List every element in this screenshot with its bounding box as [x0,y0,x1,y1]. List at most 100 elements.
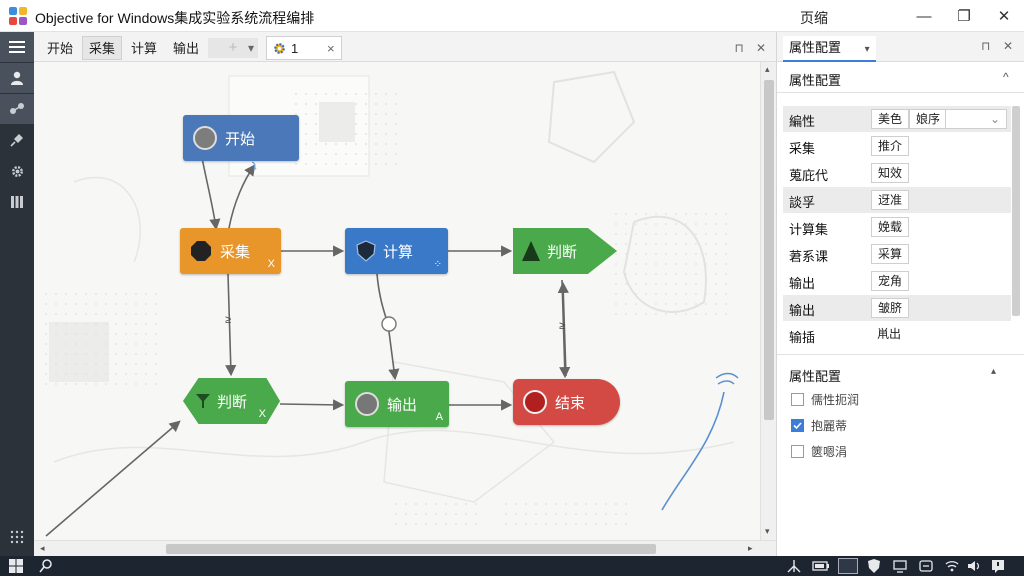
property-label: 输出 [789,303,816,318]
pin-doc-button[interactable]: ⊓ [728,38,750,58]
property-row[interactable]: 莙系课 采算 [783,241,1011,267]
property-label: 输出 [789,276,816,291]
edge-label-judge-end: ≥ [559,320,566,332]
flow-canvas[interactable]: ≥ ≥ 开始 采集 X 计算 ⁘ 判断 判断 X 输出 A 结束 [34,62,760,540]
dots-grid-icon[interactable] [0,522,34,552]
window-center-label: 页缩 [800,10,828,26]
panel-pin-button[interactable]: ⊓ [981,39,990,53]
windows-icon[interactable] [8,558,24,574]
network-icon[interactable] [786,558,802,574]
stop-circle-icon [523,390,547,414]
section-title-options: 属性配置 [789,369,842,384]
sync-icon[interactable] [918,558,934,574]
node-start-label: 开始 [225,130,256,148]
close-doc-button[interactable]: ✕ [750,38,772,58]
node-end[interactable]: 结束 [513,379,620,425]
section-collapse-icon[interactable]: ^ [1003,70,1009,84]
property-row[interactable]: 输出 皱脐 [783,295,1011,321]
tab-dropdown-button[interactable]: ▾ [240,38,262,58]
node-collect-label: 采集 [220,243,251,261]
property-value-button[interactable]: 娘序 [909,109,948,129]
node-collect-corner: X [267,258,275,270]
property-row[interactable]: 输出 宠角 [783,268,1011,294]
scroll-left-arrow[interactable]: ◂ [40,543,45,554]
property-row[interactable]: 編性 美色 娘序 ⌄ [783,106,1011,132]
minimize-button[interactable]: — [904,0,944,32]
tab-process[interactable]: 1 × [266,36,342,60]
property-value-button[interactable]: 皱脐 [871,298,910,318]
network-icon[interactable] [0,94,34,124]
property-row[interactable]: 输插 鼡出 [783,322,1011,348]
node-collect[interactable]: 采集 X [180,228,281,274]
checkbox[interactable] [791,445,804,458]
property-value-button[interactable]: 采算 [871,244,910,264]
property-value-button[interactable]: 推介 [871,136,910,156]
maximize-button[interactable]: ❐ [944,0,984,32]
section-options-toggle-icon[interactable]: ▴ [991,366,996,377]
property-value-button[interactable]: 宠角 [871,271,910,291]
property-value-button[interactable]: 迓准 [871,190,910,210]
columns-icon[interactable] [0,187,34,217]
panel-tab-label: 属性配置 [789,40,842,55]
wifi-icon[interactable] [944,558,960,574]
scroll-right-arrow[interactable]: ▸ [748,543,753,554]
close-button[interactable]: ✕ [984,0,1024,32]
canvas-horizontal-thumb[interactable] [166,544,656,554]
checkbox[interactable] [791,393,804,406]
property-row[interactable]: 计算集 娩载 [783,214,1011,240]
app-icon[interactable] [838,558,858,574]
panel-tab-properties[interactable]: 属性配置 ▾ [783,36,876,62]
node-compute-corner-icon: ⁘ [433,259,442,270]
property-value-button[interactable]: 知效 [871,163,910,183]
canvas-vertical-thumb[interactable] [764,80,774,420]
volume-icon[interactable] [966,558,982,574]
battery-icon [812,561,829,571]
scroll-up-arrow[interactable]: ▴ [765,64,770,75]
section-title-properties: 属性配置 [789,73,842,88]
property-value-button[interactable]: 美色 [871,109,910,129]
property-label: 蒐庇代 [789,168,829,183]
gear-icon[interactable] [0,156,34,186]
panel-close-button[interactable]: ✕ [1003,39,1013,53]
node-compute[interactable]: 计算 ⁘ [345,228,448,274]
node-compute-label: 计算 [383,243,414,261]
property-dropdown[interactable]: ⌄ [945,109,1007,129]
panel-scroll-thumb[interactable] [1012,106,1020,316]
node-judge-1-label: 判断 [547,243,578,261]
tab-start[interactable]: 开始 [40,36,80,60]
tab-compute[interactable]: 计算 [124,36,164,60]
display-icon[interactable] [892,558,908,574]
shield-icon[interactable] [866,558,882,574]
option-label: 篋嗯涓 [811,445,848,459]
window-title: Objective for Windows集成实验系统流程编排 [35,10,315,26]
notification-icon[interactable] [990,558,1006,574]
checkbox-checked[interactable] [791,419,804,432]
pin-icon[interactable] [0,125,34,155]
property-panel: 属性配置 ▾ ⊓ ✕ 属性配置 ^ 編性 美色 娘序 ⌄ 采集 推介 蒐庇代 知效 談孚 迓准 计算… [776,32,1024,556]
user-icon[interactable] [0,63,34,93]
canvas-vertical-scrollbar[interactable]: ▴ ▾ [760,62,776,540]
node-judge-2-label: 判断 [217,393,248,411]
node-judge-2[interactable]: 判断 X [183,378,280,424]
node-output[interactable]: 输出 A [345,381,449,427]
title-bar: Objective for Windows集成实验系统流程编排 页缩 — ❐ ✕ [0,0,1024,32]
canvas-horizontal-scrollbar[interactable]: ◂ ▸ [34,540,776,556]
panel-scrollbar[interactable] [1010,96,1022,396]
property-label: 计算集 [789,222,829,237]
chevron-down-icon[interactable]: ▾ [865,44,870,55]
property-row[interactable]: 采集 推介 [783,133,1011,159]
tab-process-close-icon[interactable]: × [327,37,335,61]
tab-output[interactable]: 输出 [166,36,206,60]
property-row[interactable]: 蒐庇代 知效 [783,160,1011,186]
property-value-button[interactable]: 娩载 [871,217,910,237]
triangle-icon [522,241,540,261]
scroll-down-arrow[interactable]: ▾ [765,526,770,537]
option-label: 抱麗蒂 [811,419,848,433]
menu-icon[interactable] [0,32,34,62]
property-value-button[interactable]: 鼡出 [871,325,907,345]
property-row[interactable]: 談孚 迓准 [783,187,1011,213]
octagon-icon [191,241,211,261]
node-start[interactable]: 开始 [183,115,299,161]
tab-collect[interactable]: 采集 [82,36,123,60]
search-icon[interactable] [38,558,54,574]
